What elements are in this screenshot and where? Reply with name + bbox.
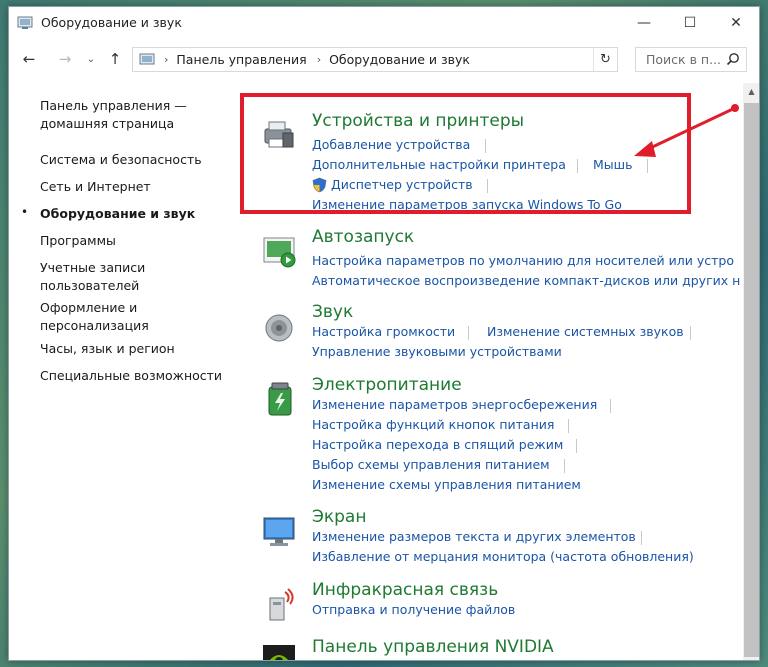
- maximize-button[interactable]: ☐: [667, 7, 713, 39]
- category-title[interactable]: Экран: [312, 507, 366, 527]
- link-separator: [577, 159, 578, 173]
- windows-to-go-link[interactable]: Изменение параметров запуска Windows To …: [312, 197, 622, 212]
- scroll-up-arrow-icon[interactable]: ▲: [743, 83, 759, 100]
- control-panel-icon: [139, 53, 155, 64]
- autoplay-cd-link[interactable]: Автоматическое воспроизведение компакт-д…: [312, 273, 740, 288]
- sidebar-item-home[interactable]: Панель управления — домашняя страница: [40, 97, 230, 133]
- sleep-mode-link[interactable]: Настройка перехода в спящий режим: [312, 437, 563, 452]
- mouse-link[interactable]: Мышь: [593, 157, 632, 172]
- back-arrow-icon[interactable]: ←: [19, 49, 39, 69]
- refresh-icon[interactable]: ↻: [593, 48, 617, 71]
- uac-shield-icon: [312, 177, 327, 193]
- system-sounds-link[interactable]: Изменение системных звуков: [487, 324, 684, 339]
- send-receive-files-link[interactable]: Отправка и получение файлов: [312, 602, 515, 617]
- power-buttons-link[interactable]: Настройка функций кнопок питания: [312, 417, 554, 432]
- sidebar-item-programs[interactable]: Программы: [40, 232, 230, 250]
- category-title[interactable]: Автозапуск: [312, 227, 414, 247]
- control-panel-icon: [17, 16, 33, 29]
- link-separator: [576, 439, 577, 453]
- infrared-icon: [269, 588, 294, 621]
- category-title[interactable]: Устройства и принтеры: [312, 111, 524, 131]
- power-saving-link[interactable]: Изменение параметров энергосбережения: [312, 397, 597, 412]
- link-separator: [485, 139, 486, 153]
- link-separator: [568, 419, 569, 433]
- link-separator: [610, 399, 611, 413]
- up-arrow-icon[interactable]: ↑: [105, 49, 125, 69]
- autoplay-defaults-link[interactable]: Настройка параметров по умолчанию для но…: [312, 253, 734, 268]
- navigation-bar: ← → ⌄ ↑ › Панель управления › Оборудован…: [9, 45, 759, 73]
- forward-arrow-icon[interactable]: →: [55, 49, 75, 69]
- category-title[interactable]: Электропитание: [312, 375, 462, 395]
- close-button[interactable]: ✕: [713, 7, 759, 39]
- sidebar-item-hardware-sound[interactable]: Оборудование и звук: [40, 205, 230, 223]
- battery-icon: [268, 382, 292, 416]
- link-separator: [564, 459, 565, 473]
- add-device-link[interactable]: Добавление устройства: [312, 137, 470, 152]
- link-separator: [647, 159, 648, 173]
- link-separator: [487, 179, 488, 193]
- breadcrumb-item[interactable]: Панель управления: [176, 52, 306, 67]
- recent-locations-icon[interactable]: ⌄: [81, 49, 101, 69]
- link-separator: [690, 326, 691, 340]
- breadcrumb-item[interactable]: Оборудование и звук: [329, 52, 470, 67]
- audio-devices-link[interactable]: Управление звуковыми устройствами: [312, 344, 562, 359]
- link-separator: [641, 531, 642, 545]
- title-bar: Оборудование и звук — ☐ ✕: [9, 7, 759, 39]
- main-content: Устройства и принтеры Добавление устройс…: [249, 83, 743, 660]
- text-size-link[interactable]: Изменение размеров текста и других элеме…: [312, 529, 636, 544]
- category-title[interactable]: Звук: [312, 302, 353, 322]
- vertical-scrollbar[interactable]: ▲: [743, 83, 759, 660]
- printer-settings-link[interactable]: Дополнительные настройки принтера: [312, 157, 566, 172]
- autoplay-icon: [263, 237, 296, 268]
- volume-link[interactable]: Настройка громкости: [312, 324, 455, 339]
- refresh-rate-link[interactable]: Избавление от мерцания монитора (частота…: [312, 549, 694, 564]
- speaker-icon: [265, 314, 293, 342]
- category-title[interactable]: Инфракрасная связь: [312, 580, 498, 600]
- control-panel-window: Оборудование и звук — ☐ ✕ ← → ⌄ ↑ › Пане…: [8, 6, 760, 661]
- breadcrumb-separator: ›: [164, 53, 169, 66]
- printer-icon: [264, 121, 294, 148]
- sidebar-item-user-accounts[interactable]: Учетные записи пользователей: [40, 259, 230, 295]
- sidebar-item-clock-region[interactable]: Часы, язык и регион: [40, 340, 230, 358]
- sidebar-item-network[interactable]: Сеть и Интернет: [40, 178, 230, 196]
- search-icon: [726, 53, 739, 66]
- power-plan-link[interactable]: Выбор схемы управления питанием: [312, 457, 550, 472]
- device-manager-link[interactable]: Диспетчер устройств: [331, 177, 473, 192]
- search-input[interactable]: Поиск в п...: [635, 47, 747, 72]
- breadcrumb-separator: ›: [316, 53, 322, 66]
- link-separator: [468, 326, 469, 340]
- sidebar-item-appearance[interactable]: Оформление и персонализация: [40, 299, 230, 335]
- minimize-button[interactable]: —: [621, 7, 667, 39]
- active-bullet: •: [21, 205, 29, 219]
- window-title: Оборудование и звук: [41, 15, 182, 30]
- edit-power-plan-link[interactable]: Изменение схемы управления питанием: [312, 477, 581, 492]
- category-title[interactable]: Панель управления NVIDIA: [312, 637, 554, 657]
- address-bar[interactable]: › Панель управления › Оборудование и зву…: [132, 47, 618, 72]
- sidebar-item-system-security[interactable]: Система и безопасность: [40, 151, 230, 169]
- search-placeholder: Поиск в п...: [646, 52, 721, 67]
- scroll-thumb[interactable]: [744, 103, 759, 657]
- nvidia-icon: [263, 645, 295, 660]
- sidebar-item-accessibility[interactable]: Специальные возможности: [40, 367, 230, 385]
- monitor-icon: [263, 517, 295, 546]
